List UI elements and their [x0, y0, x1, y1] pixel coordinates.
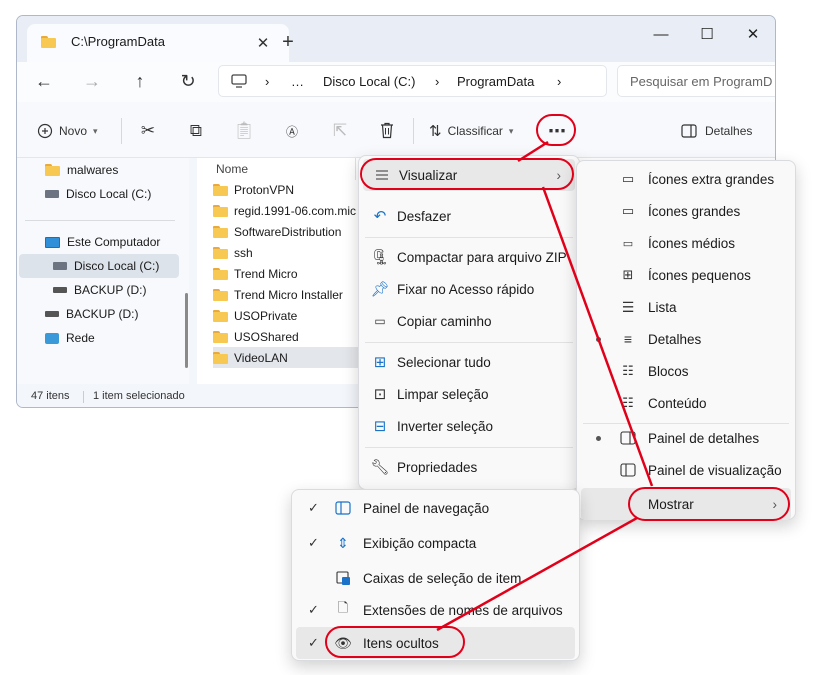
annotation-arrows: [436, 140, 654, 632]
annotation-line: [436, 516, 638, 632]
annotation-circle: [325, 626, 465, 658]
annotation-circle: [360, 158, 574, 190]
annotation-circle: [536, 114, 576, 146]
annotation-line: [541, 186, 654, 487]
annotation-circle: [628, 487, 790, 521]
